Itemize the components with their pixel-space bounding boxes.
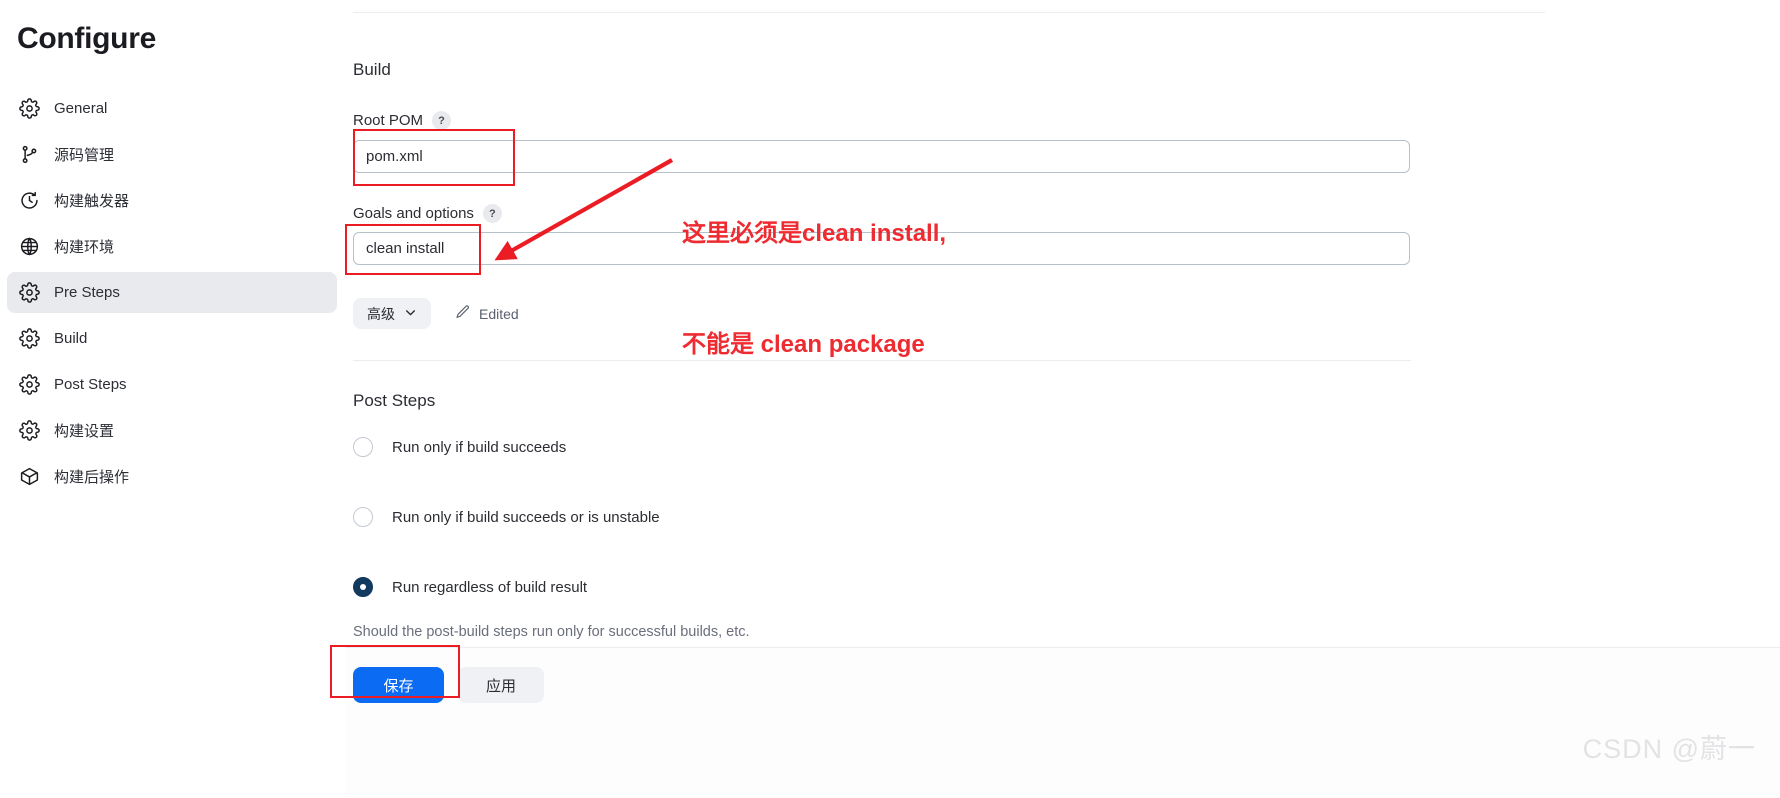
pencil-icon [455, 304, 471, 323]
radio-run-regardless-of-build-result[interactable]: Run regardless of build result [353, 577, 587, 597]
sidebar-nav: General 源码管理 构建触发器 构建环境 Pre Steps Build … [7, 88, 337, 502]
edited-indicator[interactable]: Edited [455, 304, 519, 323]
advanced-button[interactable]: 高级 [353, 298, 431, 329]
sidebar-item-pre-steps[interactable]: Pre Steps [7, 272, 337, 313]
goals-label-text: Goals and options [353, 205, 474, 222]
chevron-down-icon [404, 306, 417, 322]
sidebar-item-build-environment[interactable]: 构建环境 [7, 226, 337, 267]
radio-mark [353, 507, 373, 527]
action-bar: 保存 应用 [345, 647, 1780, 798]
gear-icon [18, 328, 40, 350]
sidebar-item-label: Build [54, 330, 88, 347]
gear-icon [18, 420, 40, 442]
build-section-title: Build [353, 60, 391, 79]
save-button[interactable]: 保存 [353, 667, 444, 703]
help-icon[interactable]: ? [482, 204, 502, 223]
radio-label: Run only if build succeeds or is unstabl… [392, 508, 660, 526]
radio-mark [353, 577, 373, 597]
sidebar-item-general[interactable]: General [7, 88, 337, 129]
branch-icon [18, 144, 40, 166]
root-pom-label-text: Root POM [353, 112, 424, 129]
sidebar-item-label: 源码管理 [54, 147, 115, 164]
apply-button[interactable]: 应用 [458, 667, 544, 703]
gear-icon [18, 282, 40, 304]
gear-icon [18, 98, 40, 120]
package-icon [18, 466, 40, 488]
page-title: Configure [17, 22, 156, 55]
radio-label: Run only if build succeeds [392, 438, 567, 456]
help-icon[interactable]: ? [432, 111, 452, 130]
edited-label: Edited [479, 305, 519, 322]
globe-icon [18, 236, 40, 258]
radio-run-only-if-build-succeeds-or-unstable[interactable]: Run only if build succeeds or is unstabl… [353, 507, 660, 527]
top-divider [353, 12, 1545, 13]
sidebar-item-label: Pre Steps [54, 284, 120, 301]
sidebar-item-label: 构建后操作 [54, 469, 130, 486]
goals-and-options-label: Goals and options ? [353, 204, 502, 223]
sidebar-item-label: Post Steps [54, 376, 127, 393]
radio-run-only-if-build-succeeds[interactable]: Run only if build succeeds [353, 437, 566, 457]
root-pom-label: Root POM ? [353, 111, 452, 130]
main-content: Build Root POM ? Goals and options ? 高级 [345, 0, 1780, 798]
sidebar-item-post-build-actions[interactable]: 构建后操作 [7, 456, 337, 497]
configure-page: Configure General 源码管理 构建触发器 构建环境 Pre St… [0, 0, 1780, 798]
advanced-button-label: 高级 [367, 305, 395, 322]
sidebar-item-post-steps[interactable]: Post Steps [7, 364, 337, 405]
post-steps-hint: Should the post-build steps run only for… [353, 624, 750, 640]
sidebar-item-build-triggers[interactable]: 构建触发器 [7, 180, 337, 221]
gear-icon [18, 374, 40, 396]
sidebar: Configure General 源码管理 构建触发器 构建环境 Pre St… [0, 0, 345, 798]
goals-and-options-input[interactable] [353, 232, 1410, 265]
sidebar-item-build-settings[interactable]: 构建设置 [7, 410, 337, 451]
sidebar-item-label: General [54, 100, 108, 117]
sidebar-item-label: 构建设置 [54, 423, 115, 440]
sidebar-item-source-control[interactable]: 源码管理 [7, 134, 337, 175]
root-pom-input[interactable] [353, 140, 1410, 173]
sidebar-item-build[interactable]: Build [7, 318, 337, 359]
clock-icon [18, 190, 40, 212]
post-steps-section-title: Post Steps [353, 391, 436, 410]
sidebar-item-label: 构建触发器 [54, 193, 130, 210]
advanced-row: 高级 Edited [353, 298, 519, 329]
radio-mark [353, 437, 373, 457]
radio-label: Run regardless of build result [392, 578, 588, 596]
section-divider [353, 360, 1411, 361]
watermark: CSDN @蔚一 [1582, 734, 1756, 764]
sidebar-item-label: 构建环境 [54, 239, 115, 256]
